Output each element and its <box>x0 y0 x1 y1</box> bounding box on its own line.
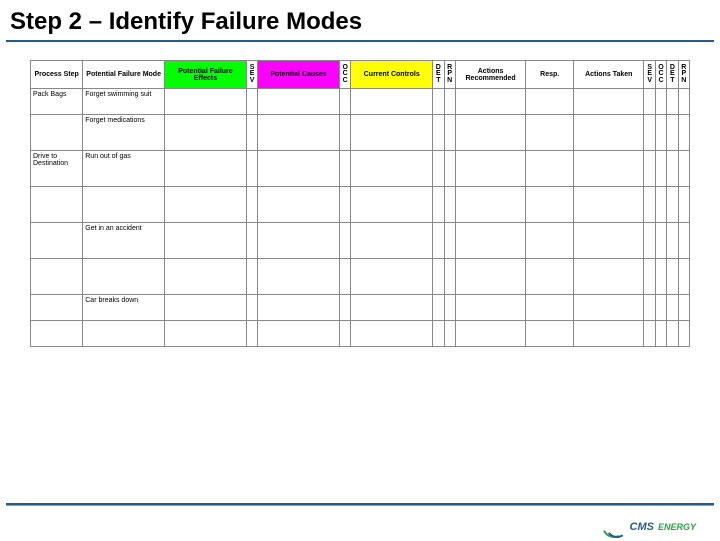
cell-process-step: Drive to Destination <box>31 151 83 187</box>
cell-process-step: Pack Bags <box>31 89 83 115</box>
col-sev2: SEV <box>644 61 655 89</box>
cell-process-step <box>31 187 83 223</box>
cell-process-step <box>31 295 83 321</box>
table-row: Drive to Destination Run out of gas <box>31 151 690 187</box>
col-taken: Actions Taken <box>574 61 644 89</box>
footer-rule <box>6 503 714 506</box>
cell-process-step <box>31 115 83 151</box>
col-rpn2: RPN <box>678 61 689 89</box>
col-causes: Potential Causes <box>258 61 340 89</box>
col-det: DET <box>433 61 444 89</box>
logo-text-cms: CMS <box>630 521 654 533</box>
col-occ2: OCC <box>655 61 666 89</box>
col-resp: Resp. <box>526 61 574 89</box>
cms-energy-logo: CMS ENERGY <box>602 520 696 534</box>
table-row <box>31 259 690 295</box>
cell-failure-mode <box>83 187 165 223</box>
col-actions: Actions Recommended <box>455 61 525 89</box>
col-sev: SEV <box>246 61 257 89</box>
table-row <box>31 321 690 347</box>
cell-process-step <box>31 321 83 347</box>
cell-failure-mode: Get in an accident <box>83 223 165 259</box>
col-rpn: RPN <box>444 61 455 89</box>
cell-process-step <box>31 259 83 295</box>
col-det2: DET <box>667 61 678 89</box>
page-title: Step 2 – Identify Failure Modes <box>0 0 720 40</box>
logo-swoosh-icon <box>602 520 626 534</box>
col-occ: OCC <box>340 61 351 89</box>
cell-failure-mode: Car breaks down <box>83 295 165 321</box>
col-process-step: Process Step <box>31 61 83 89</box>
cell-process-step <box>31 223 83 259</box>
table-row <box>31 187 690 223</box>
col-failure-mode: Potential Failure Mode <box>83 61 165 89</box>
cell-failure-mode: Forget medications <box>83 115 165 151</box>
table-row: Pack Bags Forget swimming suit <box>31 89 690 115</box>
fmea-body: Pack Bags Forget swimming suit Forget me… <box>31 89 690 347</box>
fmea-table-wrap: Process Step Potential Failure Mode Pote… <box>30 60 690 347</box>
cell-failure-mode: Forget swimming suit <box>83 89 165 115</box>
logo-text-energy: ENERGY <box>658 522 696 532</box>
cell-failure-mode: Run out of gas <box>83 151 165 187</box>
col-controls: Current Controls <box>351 61 433 89</box>
title-underline <box>6 40 714 42</box>
cell-failure-mode <box>83 259 165 295</box>
table-row: Car breaks down <box>31 295 690 321</box>
col-failure-effects: Potential Failure Effects <box>165 61 247 89</box>
fmea-table: Process Step Potential Failure Mode Pote… <box>30 60 690 347</box>
header-row: Process Step Potential Failure Mode Pote… <box>31 61 690 89</box>
cell-failure-mode <box>83 321 165 347</box>
table-row: Forget medications <box>31 115 690 151</box>
table-row: Get in an accident <box>31 223 690 259</box>
